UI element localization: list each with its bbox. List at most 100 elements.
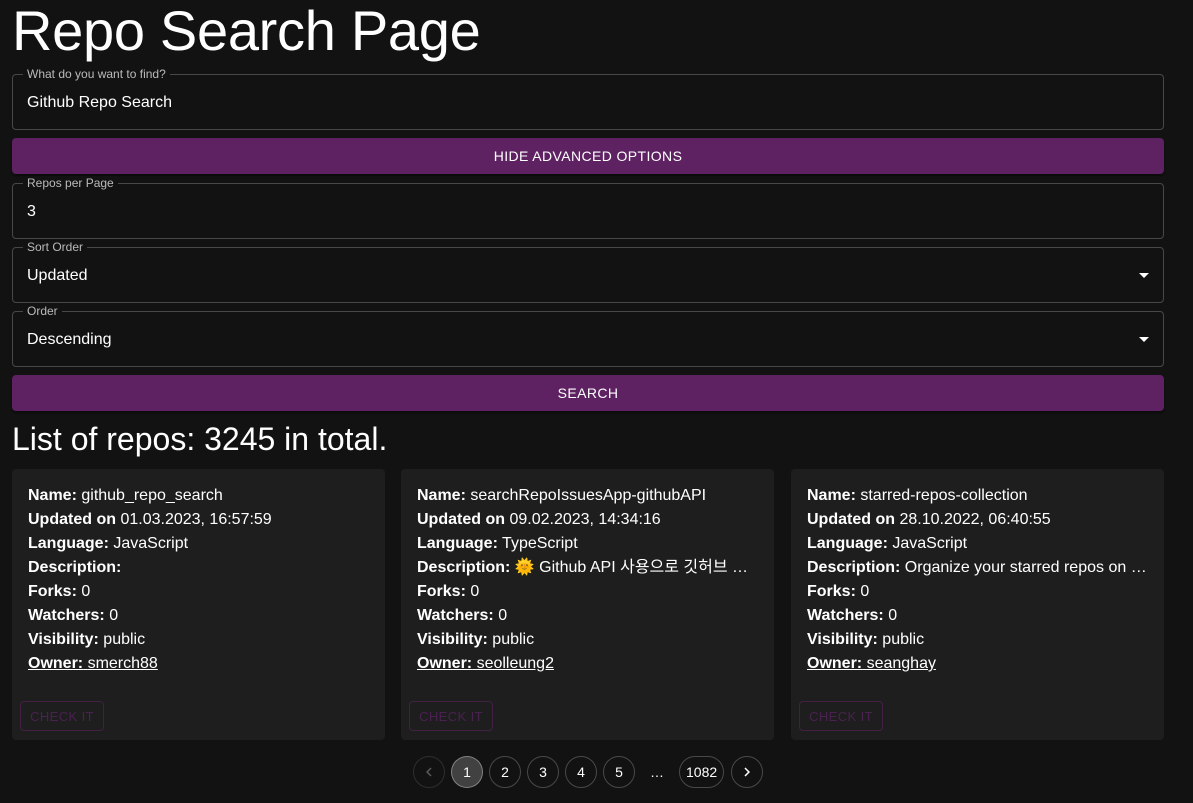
repo-visibility: public [103, 631, 146, 648]
repo-name: starred-repos-collection [860, 487, 1028, 504]
repo-watchers-row: Watchers: 0 [807, 604, 1151, 628]
repo-language: JavaScript [892, 535, 968, 552]
repo-name: github_repo_search [81, 487, 223, 504]
field-label: Language: [807, 535, 888, 552]
repo-description-row: Description: [28, 556, 372, 580]
repo-visibility-row: Visibility: public [28, 628, 372, 652]
page-button-5[interactable]: 5 [603, 756, 635, 788]
toggle-advanced-options-button[interactable]: HIDE ADVANCED OPTIONS [12, 138, 1164, 174]
repo-updated: 09.02.2023, 14:34:16 [509, 511, 661, 528]
field-label: Updated on [807, 511, 895, 528]
order-select[interactable]: Order Descending [12, 304, 1164, 367]
search-button[interactable]: SEARCH [12, 375, 1164, 411]
field-label: Description: [417, 559, 511, 576]
sort-order-value[interactable]: Updated [27, 266, 88, 285]
repo-owner[interactable]: smerch88 [88, 655, 158, 672]
field-label: Visibility: [807, 631, 878, 648]
check-it-button[interactable]: CHECK IT [409, 701, 493, 731]
repo-updated: 28.10.2022, 06:40:55 [899, 511, 1051, 528]
repo-visibility: public [492, 631, 535, 648]
dropdown-arrow-icon[interactable] [1139, 273, 1149, 278]
repo-forks: 0 [470, 583, 480, 600]
field-label: Visibility: [28, 631, 99, 648]
repo-card-details: Name: starred-repos-collection Updated o… [807, 484, 1151, 676]
search-input[interactable]: Github Repo Search [27, 93, 172, 112]
field-label: Description: [807, 559, 901, 576]
sort-order-select[interactable]: Sort Order Updated [12, 240, 1164, 303]
pagination-ellipsis: … [650, 764, 664, 780]
repo-watchers-row: Watchers: 0 [417, 604, 761, 628]
repo-forks: 0 [860, 583, 870, 600]
field-label: Description: [28, 559, 122, 576]
repo-list-heading: List of repos: 3245 in total. [12, 421, 388, 457]
field-label: Name: [417, 487, 466, 504]
repo-card-list: Name: github_repo_search Updated on 01.0… [12, 469, 1164, 740]
page-button-last[interactable]: 1082 [679, 756, 725, 788]
repo-watchers: 0 [498, 607, 508, 624]
repo-card: Name: searchRepoIssuesApp-githubAPI Upda… [401, 469, 774, 740]
repo-owner-link[interactable]: Owner: seanghay [807, 652, 1151, 676]
check-it-button[interactable]: CHECK IT [20, 701, 104, 731]
field-label: Owner: [417, 655, 473, 672]
field-label: Owner: [28, 655, 84, 672]
repo-owner-link[interactable]: Owner: smerch88 [28, 652, 372, 676]
repo-description-row: Description: Organize your starred repos… [807, 556, 1151, 580]
field-label: Updated on [417, 511, 505, 528]
repo-name-row: Name: starred-repos-collection [807, 484, 1151, 508]
page-button-4[interactable]: 4 [565, 756, 597, 788]
page-button-3[interactable]: 3 [527, 756, 559, 788]
field-label: Watchers: [417, 607, 494, 624]
previous-page-button[interactable] [413, 756, 445, 788]
order-value[interactable]: Descending [27, 330, 112, 349]
page-button-1[interactable]: 1 [451, 756, 483, 788]
field-label: Forks: [417, 583, 466, 600]
repo-visibility-row: Visibility: public [417, 628, 761, 652]
repo-language-row: Language: JavaScript [28, 532, 372, 556]
repo-language-row: Language: TypeScript [417, 532, 761, 556]
repo-description-row: Description: 🌞 Github API 사용으로 깃허브 레포지토리… [417, 556, 761, 580]
search-field[interactable]: What do you want to find? Github Repo Se… [12, 67, 1164, 130]
field-label: Name: [807, 487, 856, 504]
field-label: Forks: [28, 583, 77, 600]
field-label: Language: [28, 535, 109, 552]
repo-updated-row: Updated on 01.03.2023, 16:57:59 [28, 508, 372, 532]
repo-owner[interactable]: seanghay [867, 655, 936, 672]
page-title: Repo Search Page [12, 0, 481, 62]
repo-forks: 0 [81, 583, 91, 600]
field-label: Updated on [28, 511, 116, 528]
repo-forks-row: Forks: 0 [28, 580, 372, 604]
repo-name: searchRepoIssuesApp-githubAPI [470, 487, 707, 504]
order-label: Order [23, 304, 62, 318]
page-button-2[interactable]: 2 [489, 756, 521, 788]
repos-per-page-field[interactable]: Repos per Page 3 [12, 176, 1164, 239]
field-label: Owner: [807, 655, 863, 672]
field-label: Language: [417, 535, 498, 552]
repo-forks-row: Forks: 0 [417, 580, 761, 604]
repo-name-row: Name: github_repo_search [28, 484, 372, 508]
repo-owner[interactable]: seolleung2 [477, 655, 554, 672]
repo-updated-row: Updated on 09.02.2023, 14:34:16 [417, 508, 761, 532]
field-label: Watchers: [28, 607, 105, 624]
field-label: Visibility: [417, 631, 488, 648]
repo-owner-link[interactable]: Owner: seolleung2 [417, 652, 761, 676]
repo-watchers: 0 [888, 607, 898, 624]
repo-watchers: 0 [109, 607, 119, 624]
field-label: Name: [28, 487, 77, 504]
next-page-button[interactable] [731, 756, 763, 788]
repo-card: Name: github_repo_search Updated on 01.0… [12, 469, 385, 740]
repo-forks-row: Forks: 0 [807, 580, 1151, 604]
field-label: Forks: [807, 583, 856, 600]
repo-updated: 01.03.2023, 16:57:59 [120, 511, 272, 528]
repo-card-details: Name: github_repo_search Updated on 01.0… [28, 484, 372, 676]
field-label: Watchers: [807, 607, 884, 624]
sort-order-label: Sort Order [23, 240, 88, 254]
repo-language: TypeScript [502, 535, 578, 552]
repo-language-row: Language: JavaScript [807, 532, 1151, 556]
dropdown-arrow-icon[interactable] [1139, 337, 1149, 342]
repos-per-page-input[interactable]: 3 [27, 202, 36, 221]
repos-per-page-label: Repos per Page [23, 176, 118, 190]
repo-description: 🌞 Github API 사용으로 깃허브 레포지토리 이슈 검색 [514, 559, 761, 576]
repo-language: JavaScript [113, 535, 189, 552]
check-it-button[interactable]: CHECK IT [799, 701, 883, 731]
repo-visibility: public [882, 631, 925, 648]
